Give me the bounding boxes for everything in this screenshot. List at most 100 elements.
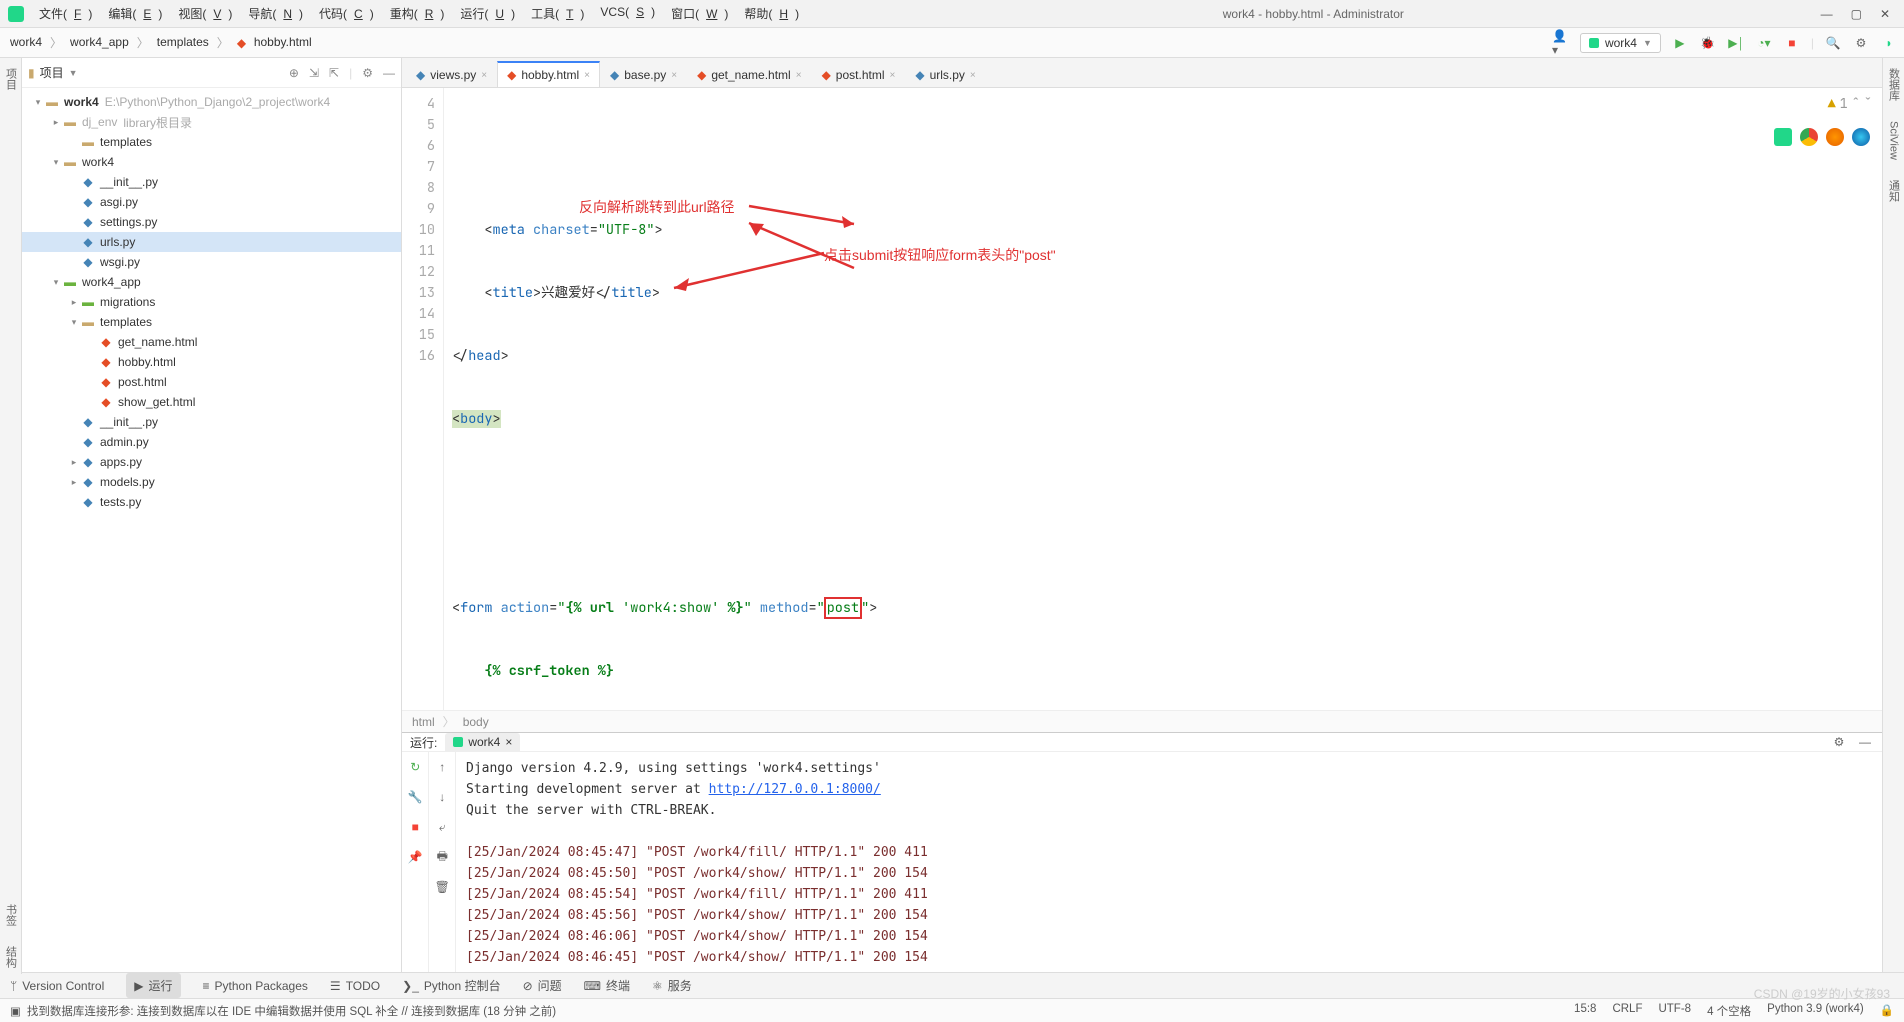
console-line[interactable]: [25/Jan/2024 08:46:45] "POST /work4/show… bbox=[466, 947, 1872, 968]
tree-node[interactable]: ▬templates bbox=[22, 132, 401, 152]
code-line[interactable]: <form action="{% url 'work4:show' %}" me… bbox=[452, 598, 1874, 619]
run-button[interactable]: ▶ bbox=[1671, 34, 1689, 52]
code-line[interactable] bbox=[452, 472, 1874, 493]
menu-item[interactable]: 导航(N) bbox=[241, 2, 310, 25]
bookmarks-tool-tab[interactable]: 书签 bbox=[3, 904, 19, 926]
menu-item[interactable]: 工具(T) bbox=[524, 2, 591, 25]
bottom-tool-tab[interactable]: ⚛服务 bbox=[652, 977, 692, 994]
file-encoding[interactable]: UTF-8 bbox=[1658, 1003, 1691, 1019]
chrome-icon[interactable] bbox=[1800, 128, 1818, 146]
sciview-tool-tab[interactable]: SciView bbox=[1888, 121, 1900, 160]
console-line[interactable] bbox=[466, 821, 1872, 842]
menu-item[interactable]: 编辑(E) bbox=[101, 2, 169, 25]
tree-node[interactable]: ◆show_get.html bbox=[22, 392, 401, 412]
tree-node[interactable]: ◆__init__.py bbox=[22, 172, 401, 192]
console-line[interactable]: [25/Jan/2024 08:45:56] "POST /work4/show… bbox=[466, 905, 1872, 926]
panel-settings-icon[interactable]: ⚙ bbox=[1830, 733, 1848, 751]
tree-node[interactable]: ▸◆apps.py bbox=[22, 452, 401, 472]
breadcrumb-item[interactable]: templates bbox=[153, 33, 213, 51]
tree-node[interactable]: ▾▬work4 bbox=[22, 152, 401, 172]
close-tab-icon[interactable]: × bbox=[671, 70, 677, 81]
run-config-selector[interactable]: work4 ▼ bbox=[1580, 33, 1661, 53]
bottom-tool-tab[interactable]: ≡Python Packages bbox=[203, 979, 308, 993]
next-highlight-icon[interactable]: ˇ bbox=[1864, 94, 1872, 115]
menu-item[interactable]: 运行(U) bbox=[453, 2, 522, 25]
bottom-tool-tab[interactable]: ▶运行 bbox=[126, 973, 180, 998]
code-line[interactable]: <body> bbox=[452, 409, 1874, 430]
hide-panel-icon[interactable]: — bbox=[1856, 733, 1874, 751]
menu-item[interactable]: VCS(S) bbox=[593, 2, 662, 25]
user-icon[interactable]: 👤▾ bbox=[1552, 34, 1570, 52]
search-everywhere-button[interactable]: 🔍 bbox=[1824, 34, 1842, 52]
rerun-button[interactable]: ↻ bbox=[406, 758, 424, 776]
status-hint-icon[interactable]: ▣ bbox=[10, 1004, 21, 1018]
profile-button[interactable]: ◔▾ bbox=[1755, 34, 1773, 52]
edit-config-button[interactable]: 🔧 bbox=[406, 788, 424, 806]
print-button[interactable]: 🖶 bbox=[433, 848, 451, 866]
prev-highlight-icon[interactable]: ˆ bbox=[1852, 94, 1860, 115]
tree-node[interactable]: ◆urls.py bbox=[22, 232, 401, 252]
close-tab-icon[interactable]: × bbox=[970, 70, 976, 81]
tree-node[interactable]: ▾▬templates bbox=[22, 312, 401, 332]
close-tab-icon[interactable]: × bbox=[889, 70, 895, 81]
indent-setting[interactable]: 4 个空格 bbox=[1707, 1003, 1751, 1019]
tree-node[interactable]: ◆__init__.py bbox=[22, 412, 401, 432]
soft-wrap-button[interactable]: ⤶ bbox=[433, 818, 451, 836]
stop-button[interactable]: ■ bbox=[1783, 34, 1801, 52]
bottom-tool-tab[interactable]: ⌨终端 bbox=[584, 977, 630, 994]
tree-node[interactable]: ◆post.html bbox=[22, 372, 401, 392]
code-line[interactable]: <title>兴趣爱好</title> bbox=[452, 283, 1874, 304]
tree-node[interactable]: ◆wsgi.py bbox=[22, 252, 401, 272]
pycharm-preview-icon[interactable] bbox=[1774, 128, 1792, 146]
run-coverage-button[interactable]: ▶￨ bbox=[1727, 34, 1745, 52]
console-line[interactable]: [25/Jan/2024 08:45:50] "POST /work4/show… bbox=[466, 863, 1872, 884]
breadcrumb-item[interactable]: html bbox=[412, 715, 435, 729]
tree-node[interactable]: ◆settings.py bbox=[22, 212, 401, 232]
tree-node[interactable]: ◆tests.py bbox=[22, 492, 401, 512]
console-line[interactable]: Quit the server with CTRL-BREAK. bbox=[466, 800, 1872, 821]
code-line[interactable] bbox=[452, 535, 1874, 556]
project-view-selector[interactable]: ▮ 项目 ▼ bbox=[28, 64, 78, 81]
editor-breadcrumbs[interactable]: html 〉 body bbox=[402, 710, 1882, 732]
scroll-up-button[interactable]: ↑ bbox=[433, 758, 451, 776]
editor-tab[interactable]: ◆urls.py × bbox=[905, 62, 985, 87]
tree-node[interactable]: ◆asgi.py bbox=[22, 192, 401, 212]
clear-console-button[interactable]: 🗑 bbox=[433, 878, 451, 896]
bottom-tool-tab[interactable]: ᛘVersion Control bbox=[10, 979, 104, 993]
panel-settings-icon[interactable]: ⚙ bbox=[362, 66, 373, 80]
caret-position[interactable]: 15:8 bbox=[1574, 1003, 1596, 1019]
stop-run-button[interactable]: ■ bbox=[406, 818, 424, 836]
console-line[interactable]: [25/Jan/2024 08:45:47] "POST /work4/fill… bbox=[466, 842, 1872, 863]
close-tab-icon[interactable]: × bbox=[584, 70, 590, 81]
tree-node[interactable]: ▸◆models.py bbox=[22, 472, 401, 492]
lock-icon[interactable]: 🔒 bbox=[1880, 1003, 1894, 1019]
debug-button[interactable]: 🐞 bbox=[1699, 34, 1717, 52]
run-console[interactable]: Django version 4.2.9, using settings 'wo… bbox=[456, 752, 1882, 974]
run-tab[interactable]: work4 × bbox=[445, 733, 520, 751]
tree-node[interactable]: ▾▬work4 E:\Python\Python_Django\2_projec… bbox=[22, 92, 401, 112]
console-line[interactable]: [25/Jan/2024 08:46:06] "POST /work4/show… bbox=[466, 926, 1872, 947]
code-line[interactable]: </head> bbox=[452, 346, 1874, 367]
close-tab-icon[interactable]: × bbox=[796, 70, 802, 81]
close-tab-icon[interactable]: × bbox=[505, 735, 512, 749]
menu-item[interactable]: 帮助(H) bbox=[737, 2, 806, 25]
tree-node[interactable]: ◆hobby.html bbox=[22, 352, 401, 372]
bottom-tool-tab[interactable]: ☰TODO bbox=[330, 979, 380, 993]
editor-tab[interactable]: ◆get_name.html × bbox=[687, 62, 811, 87]
edge-icon[interactable] bbox=[1852, 128, 1870, 146]
server-url-link[interactable]: http://127.0.0.1:8000/ bbox=[709, 782, 881, 797]
tree-node[interactable]: ◆admin.py bbox=[22, 432, 401, 452]
project-tool-tab[interactable]: 项目 bbox=[3, 68, 19, 90]
tree-node[interactable]: ▸▬dj_env library根目录 bbox=[22, 112, 401, 132]
tree-node[interactable]: ◆get_name.html bbox=[22, 332, 401, 352]
structure-tool-tab[interactable]: 结构 bbox=[3, 946, 19, 968]
editor-tab[interactable]: ◆post.html × bbox=[812, 62, 906, 87]
breadcrumb-item[interactable]: work4 bbox=[6, 33, 46, 51]
database-tool-tab[interactable]: 数据库 bbox=[1886, 68, 1902, 101]
hide-panel-icon[interactable]: — bbox=[383, 66, 395, 80]
code-line[interactable]: {% csrf_token %} bbox=[452, 661, 1874, 682]
jetbrains-ai-icon[interactable]: ◗ bbox=[1880, 34, 1898, 52]
menu-item[interactable]: 代码(C) bbox=[312, 2, 381, 25]
close-button[interactable]: ✕ bbox=[1880, 7, 1890, 21]
settings-button[interactable]: ⚙ bbox=[1852, 34, 1870, 52]
